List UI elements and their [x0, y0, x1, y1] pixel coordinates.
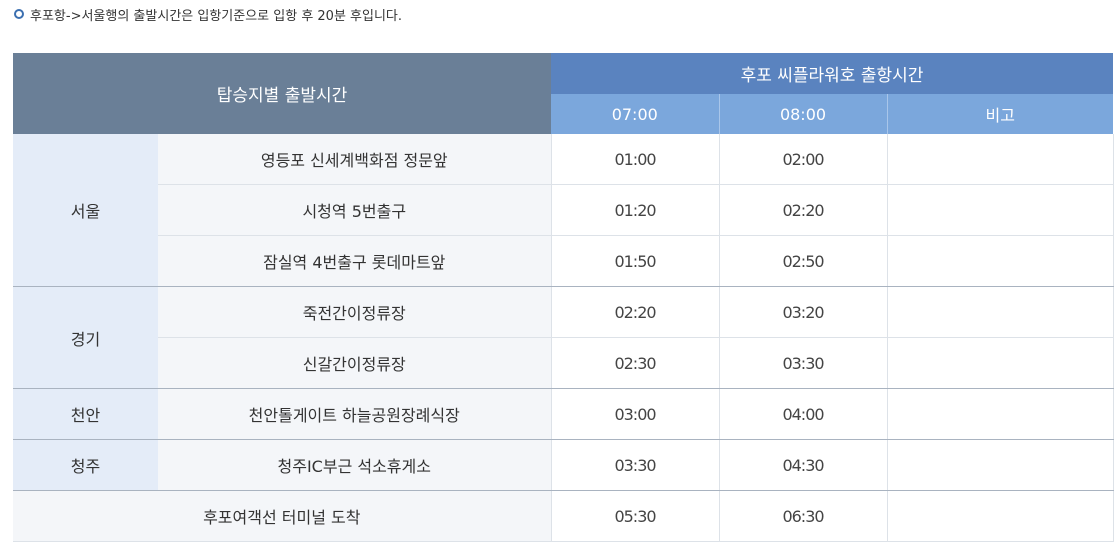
time-cell-0700: 01:00 — [550, 134, 719, 185]
table-row: 신갈간이정류장 02:30 03:30 — [13, 337, 1114, 389]
region-cell-seoul: 서울 — [13, 134, 158, 287]
time-cell-0800: 04:30 — [718, 439, 887, 491]
time-cell-0800: 02:20 — [718, 184, 887, 236]
table-row: 천안 천안톨게이트 하늘공원장례식장 03:00 04:00 — [13, 388, 1114, 440]
time-cell-0700: 03:00 — [550, 388, 719, 440]
table-row: 후포여객선 터미널 도착 05:30 06:30 — [13, 490, 1114, 542]
time-cell-0700: 01:20 — [550, 184, 719, 236]
time-cell-0800: 06:30 — [718, 490, 887, 542]
departure-notice: 후포항->서울행의 출발시간은 입항기준으로 입항 후 20분 후입니다. — [14, 4, 402, 24]
note-cell — [886, 490, 1114, 542]
arrival-terminal-cell: 후포여객선 터미널 도착 — [13, 490, 551, 542]
table-row: 잠실역 4번출구 롯데마트앞 01:50 02:50 — [13, 235, 1114, 287]
time-cell-0800: 03:30 — [718, 337, 887, 389]
time-cell-0800: 03:20 — [718, 286, 887, 338]
note-cell — [886, 235, 1114, 287]
stop-departure-header: 탑승지별 출발시간 — [13, 53, 551, 134]
time-cell-0800: 02:00 — [718, 134, 887, 185]
time-cell-0700: 05:30 — [550, 490, 719, 542]
bullet-circle-icon — [14, 9, 24, 19]
time-cell-0800: 02:50 — [718, 235, 887, 287]
time-cell-0700: 02:20 — [550, 286, 719, 338]
stop-name-cell: 잠실역 4번출구 롯데마트앞 — [158, 235, 551, 287]
schedule-table: 탑승지별 출발시간 후포 씨플라워호 출항시간 07:00 08:00 비고 서… — [13, 53, 1114, 542]
note-cell — [886, 337, 1114, 389]
stop-name-cell: 신갈간이정류장 — [158, 337, 551, 389]
table-row: 시청역 5번출구 01:20 02:20 — [13, 184, 1114, 236]
stop-name-cell: 천안톨게이트 하늘공원장례식장 — [158, 388, 551, 440]
time-cell-0800: 04:00 — [718, 388, 887, 440]
time-cell-0700: 03:30 — [550, 439, 719, 491]
note-cell — [886, 388, 1114, 440]
table-row: 경기 죽전간이정류장 02:20 03:20 — [13, 286, 1114, 389]
stop-name-cell: 영등포 신세계백화점 정문앞 — [158, 134, 551, 185]
column-header-0700: 07:00 — [551, 94, 719, 134]
stop-name-cell: 청주IC부근 석소휴게소 — [158, 439, 551, 491]
table-row: 청주 청주IC부근 석소휴게소 03:30 04:30 — [13, 439, 1114, 491]
column-header-note: 비고 — [886, 94, 1113, 134]
notice-text: 후포항->서울행의 출발시간은 입항기준으로 입항 후 20분 후입니다. — [30, 8, 403, 24]
region-cell-cheongju: 청주 — [13, 439, 158, 491]
note-cell — [886, 184, 1114, 236]
ship-departure-header: 후포 씨플라워호 출항시간 — [551, 53, 1113, 94]
region-cell-gyeonggi: 경기 — [13, 286, 158, 389]
time-cell-0700: 02:30 — [550, 337, 719, 389]
region-cell-cheonan: 천안 — [13, 388, 158, 440]
stop-name-cell: 죽전간이정류장 — [158, 286, 551, 338]
note-cell — [886, 286, 1114, 338]
note-cell — [886, 134, 1114, 185]
table-row: 서울 영등포 신세계백화점 정문앞 01:00 02:00 — [13, 134, 1114, 287]
time-cell-0700: 01:50 — [550, 235, 719, 287]
stop-name-cell: 시청역 5번출구 — [158, 184, 551, 236]
note-cell — [886, 439, 1114, 491]
column-header-0800: 08:00 — [718, 94, 887, 134]
